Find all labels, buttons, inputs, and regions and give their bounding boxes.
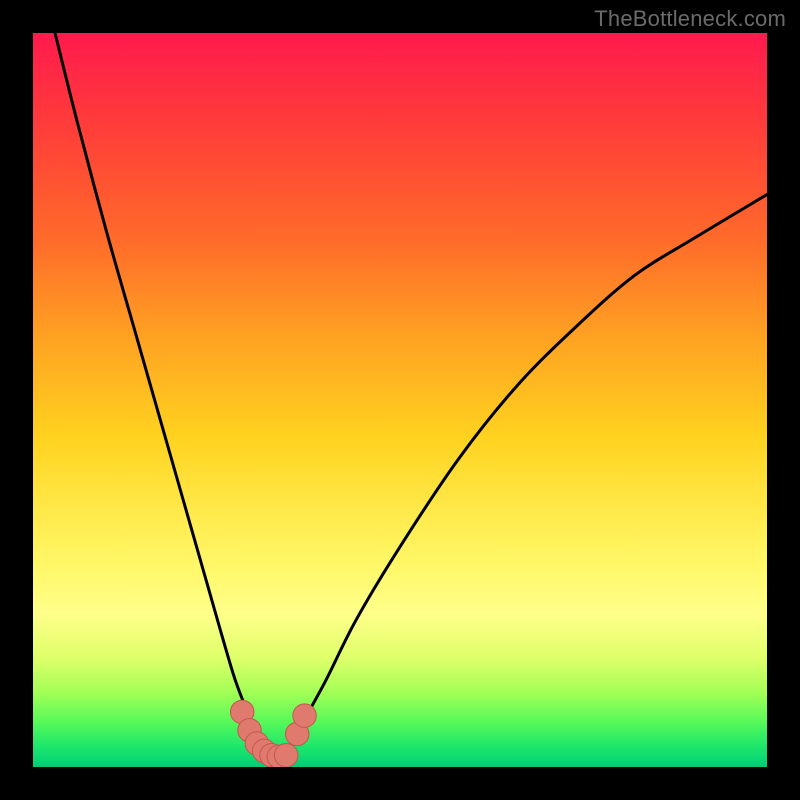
data-markers xyxy=(230,700,316,767)
plot-area xyxy=(33,33,767,767)
outer-frame: TheBottleneck.com xyxy=(0,0,800,800)
curve-right-branch xyxy=(283,194,767,758)
curve-left-branch xyxy=(55,33,275,758)
curve-layer xyxy=(33,33,767,767)
data-marker xyxy=(293,704,316,727)
watermark-text: TheBottleneck.com xyxy=(594,6,786,32)
data-marker xyxy=(274,744,297,767)
